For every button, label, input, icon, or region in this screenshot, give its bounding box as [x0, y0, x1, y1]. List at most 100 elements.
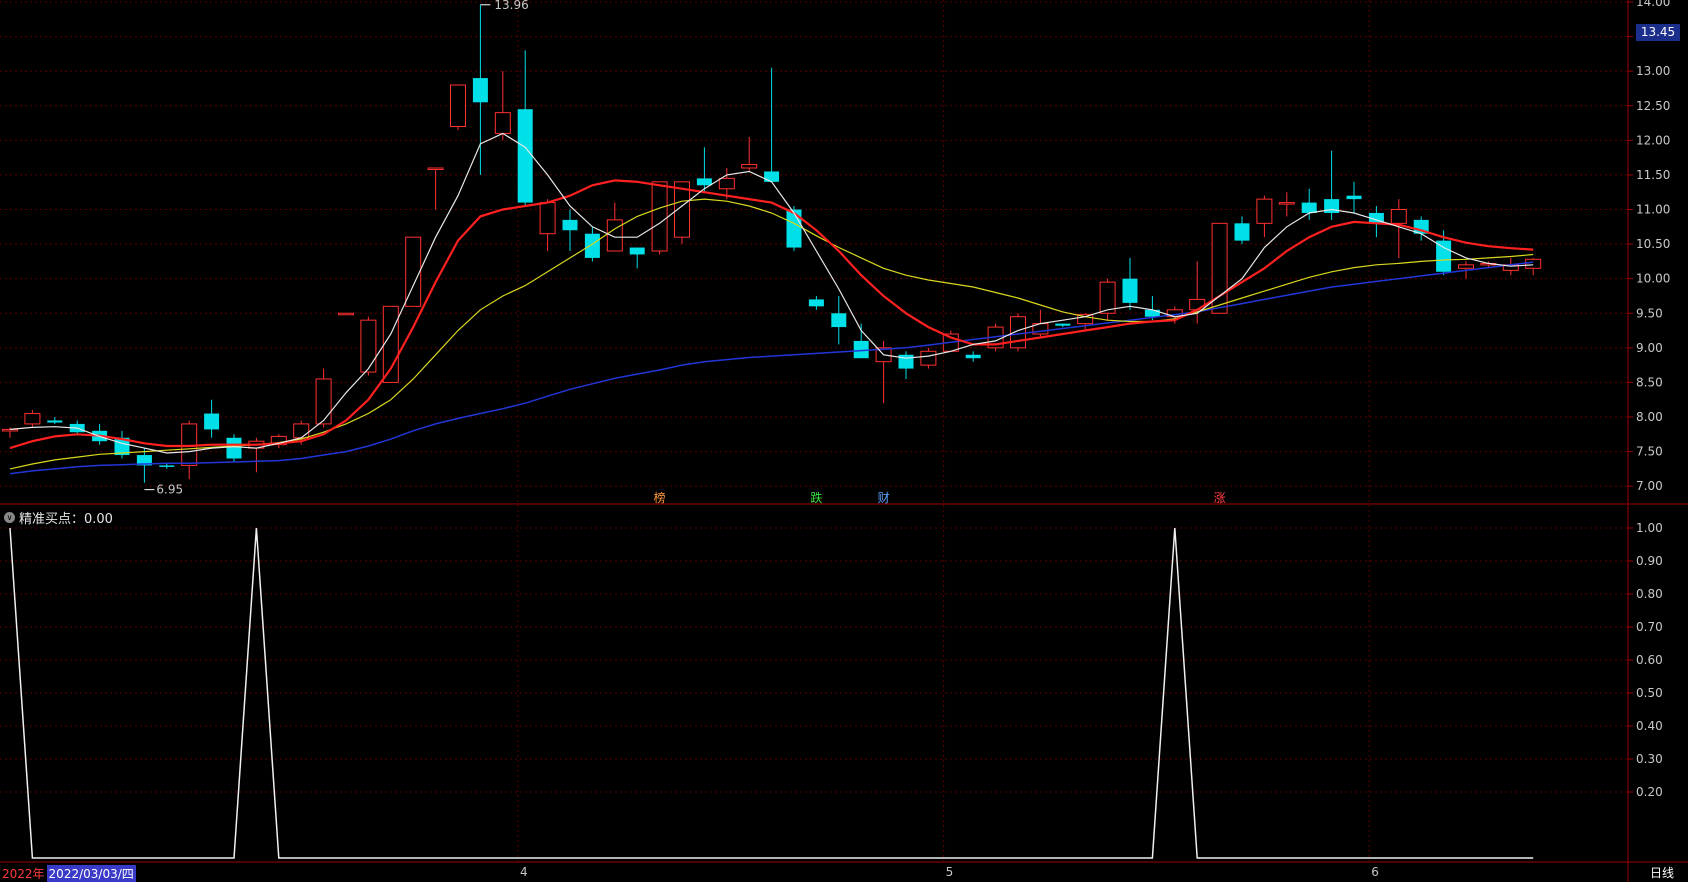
- month-label: 4: [520, 865, 528, 879]
- candle: [965, 351, 981, 362]
- candle-body: [808, 299, 824, 307]
- candle-body: [786, 209, 802, 248]
- candle-body: [1278, 202, 1295, 205]
- candle: [1010, 313, 1026, 352]
- candle-body: [1055, 323, 1071, 326]
- candle-body: [2, 428, 18, 432]
- candle: [808, 295, 824, 310]
- candle-body: [696, 178, 712, 186]
- candle-body: [517, 109, 533, 203]
- y-tick-label: 0.20: [1636, 785, 1663, 799]
- candle-body: [1346, 195, 1362, 200]
- candle-body: [629, 247, 645, 255]
- y-tick-label: 9.00: [1636, 341, 1663, 355]
- candle-body: [293, 423, 310, 439]
- month-label: 5: [946, 865, 954, 879]
- candle-body: [718, 177, 735, 190]
- y-tick-label: 0.30: [1636, 752, 1663, 766]
- candle: [1301, 188, 1317, 220]
- y-tick-label: 12.50: [1636, 99, 1670, 113]
- current-price-tag: 13.45: [1636, 24, 1680, 41]
- candle-body: [47, 420, 63, 423]
- candle-body: [1010, 316, 1026, 349]
- y-tick-label: 0.50: [1636, 686, 1663, 700]
- candle: [1278, 192, 1295, 217]
- candle: [1122, 257, 1138, 310]
- candle: [920, 347, 937, 369]
- event-marker: 涨: [1214, 490, 1226, 505]
- y-tick-label: 8.00: [1636, 410, 1663, 424]
- y-tick-label: 0.40: [1636, 719, 1663, 733]
- y-tick-label: 0.80: [1636, 587, 1663, 601]
- candle-body: [1525, 258, 1542, 269]
- candle-body: [338, 312, 354, 316]
- candle-body: [562, 219, 578, 231]
- candle: [674, 181, 690, 245]
- y-tick-label: 0.90: [1636, 554, 1663, 568]
- high-annotation: 13.96: [494, 0, 528, 12]
- candle: [494, 71, 511, 141]
- y-tick-label: 0.70: [1636, 620, 1663, 634]
- y-tick-label: 1.00: [1636, 521, 1663, 535]
- event-marker: 跌: [810, 490, 822, 505]
- candle-body: [1301, 202, 1317, 213]
- candle: [651, 181, 668, 255]
- candle: [517, 50, 533, 207]
- y-tick-label: 7.00: [1636, 479, 1663, 493]
- candle: [562, 209, 578, 251]
- candle-body: [1256, 198, 1273, 224]
- candle: [629, 247, 645, 269]
- candle-body: [315, 378, 332, 425]
- candle-body: [360, 319, 377, 373]
- candle: [1055, 323, 1071, 328]
- candle: [831, 295, 847, 345]
- candle: [427, 167, 444, 210]
- event-marker: 榜: [654, 490, 666, 505]
- candle-body: [450, 84, 466, 127]
- candle: [226, 434, 242, 462]
- candle: [1099, 278, 1116, 321]
- candle-body: [1390, 209, 1407, 224]
- cursor-date: 2022/03/03/四: [46, 864, 136, 882]
- candle: [181, 420, 198, 480]
- candle-body: [204, 413, 220, 430]
- candle-body: [741, 164, 758, 169]
- y-tick-label: 9.50: [1636, 306, 1663, 320]
- period-label[interactable]: 日线: [1650, 864, 1674, 881]
- candle-body: [1189, 298, 1206, 311]
- candle-body: [226, 437, 242, 459]
- candle-body: [764, 171, 780, 182]
- indicator-title[interactable]: ∨ 精准买点：0.00: [4, 508, 113, 527]
- y-tick-label: 11.00: [1636, 203, 1670, 217]
- candle-body: [539, 202, 556, 235]
- y-tick-label: 8.50: [1636, 375, 1663, 389]
- candle-body: [606, 219, 623, 252]
- y-tick-label: 12.00: [1636, 133, 1670, 147]
- indicator-label-text: 精准买点：0.00: [19, 512, 113, 527]
- month-label: 6: [1371, 865, 1379, 879]
- candle-body: [1458, 264, 1474, 269]
- candle-body: [651, 181, 668, 252]
- candle: [1525, 257, 1542, 276]
- candle: [24, 410, 41, 428]
- candle: [382, 305, 399, 383]
- candle: [360, 316, 377, 376]
- y-tick-label: 10.50: [1636, 237, 1670, 251]
- candle: [47, 417, 63, 424]
- candle-body: [472, 78, 488, 103]
- collapse-icon[interactable]: ∨: [4, 512, 15, 523]
- date-axis-label: 2022年 2022/03/03/四: [0, 864, 136, 882]
- candle-body: [427, 167, 444, 170]
- candle-body: [920, 350, 937, 366]
- candle-body: [494, 112, 511, 134]
- y-tick-label: 13.00: [1636, 64, 1670, 78]
- candle: [764, 67, 780, 182]
- candle: [898, 351, 914, 379]
- candle-body: [24, 413, 41, 425]
- ma-white-line: [9, 132, 1534, 454]
- candle: [1346, 181, 1362, 213]
- y-tick-label: 10.00: [1636, 272, 1670, 286]
- candle-body: [1436, 240, 1452, 272]
- y-tick-label: 14.00: [1636, 0, 1670, 9]
- y-tick-label: 7.50: [1636, 445, 1663, 459]
